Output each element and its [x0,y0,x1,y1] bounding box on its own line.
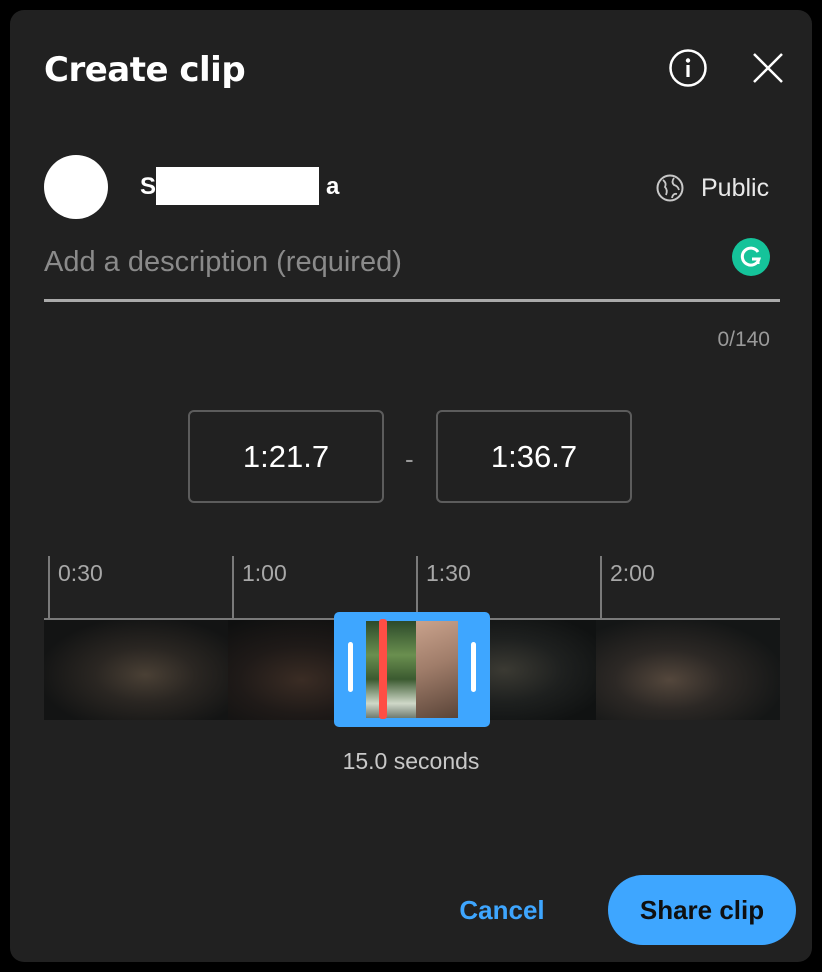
globe-icon [656,174,684,202]
time-separator: - [405,444,414,474]
share-clip-button[interactable]: Share clip [608,875,796,945]
close-button[interactable] [746,46,790,90]
playhead[interactable] [379,619,387,719]
timeline-tick-label: 0:30 [58,560,103,586]
clip-end-time[interactable]: 1:36.7 [436,410,632,503]
timeline-tick-label: 1:00 [242,560,287,586]
channel-name-end: a [326,173,340,200]
visibility-label: Public [701,173,770,202]
clip-start-time[interactable]: 1:21.7 [188,410,384,503]
clip-selection-handle[interactable] [334,612,490,727]
timeline-tick [48,556,50,618]
timeline-tick-label: 1:30 [426,560,471,586]
cancel-button[interactable]: Cancel [442,885,562,935]
timeline-tick-label: 2:00 [610,560,655,586]
description-input[interactable] [44,236,724,288]
clip-end-grip[interactable] [471,642,476,692]
video-frame [44,620,228,720]
grammarly-button[interactable] [732,238,770,276]
timeline-tick [600,556,602,618]
redaction-box [156,167,319,205]
info-icon [669,49,707,87]
close-icon [753,53,783,83]
description-underline [44,299,780,302]
avatar [44,155,108,219]
timeline-tick [232,556,234,618]
timeline-tick [416,556,418,618]
video-frame [596,620,780,720]
character-counter: 0/140 [717,328,770,351]
clip-duration: 15.0 seconds [342,748,480,774]
visibility-selector[interactable]: Public [655,170,769,206]
create-clip-dialog: Create clip Sa Public 0/140 1:21.7 - 1 [10,10,812,962]
grammarly-icon [740,246,762,267]
info-button[interactable] [666,46,710,90]
dialog-title: Create clip [44,50,246,90]
clip-start-grip[interactable] [348,642,353,692]
channel-name-start: S [140,173,157,200]
